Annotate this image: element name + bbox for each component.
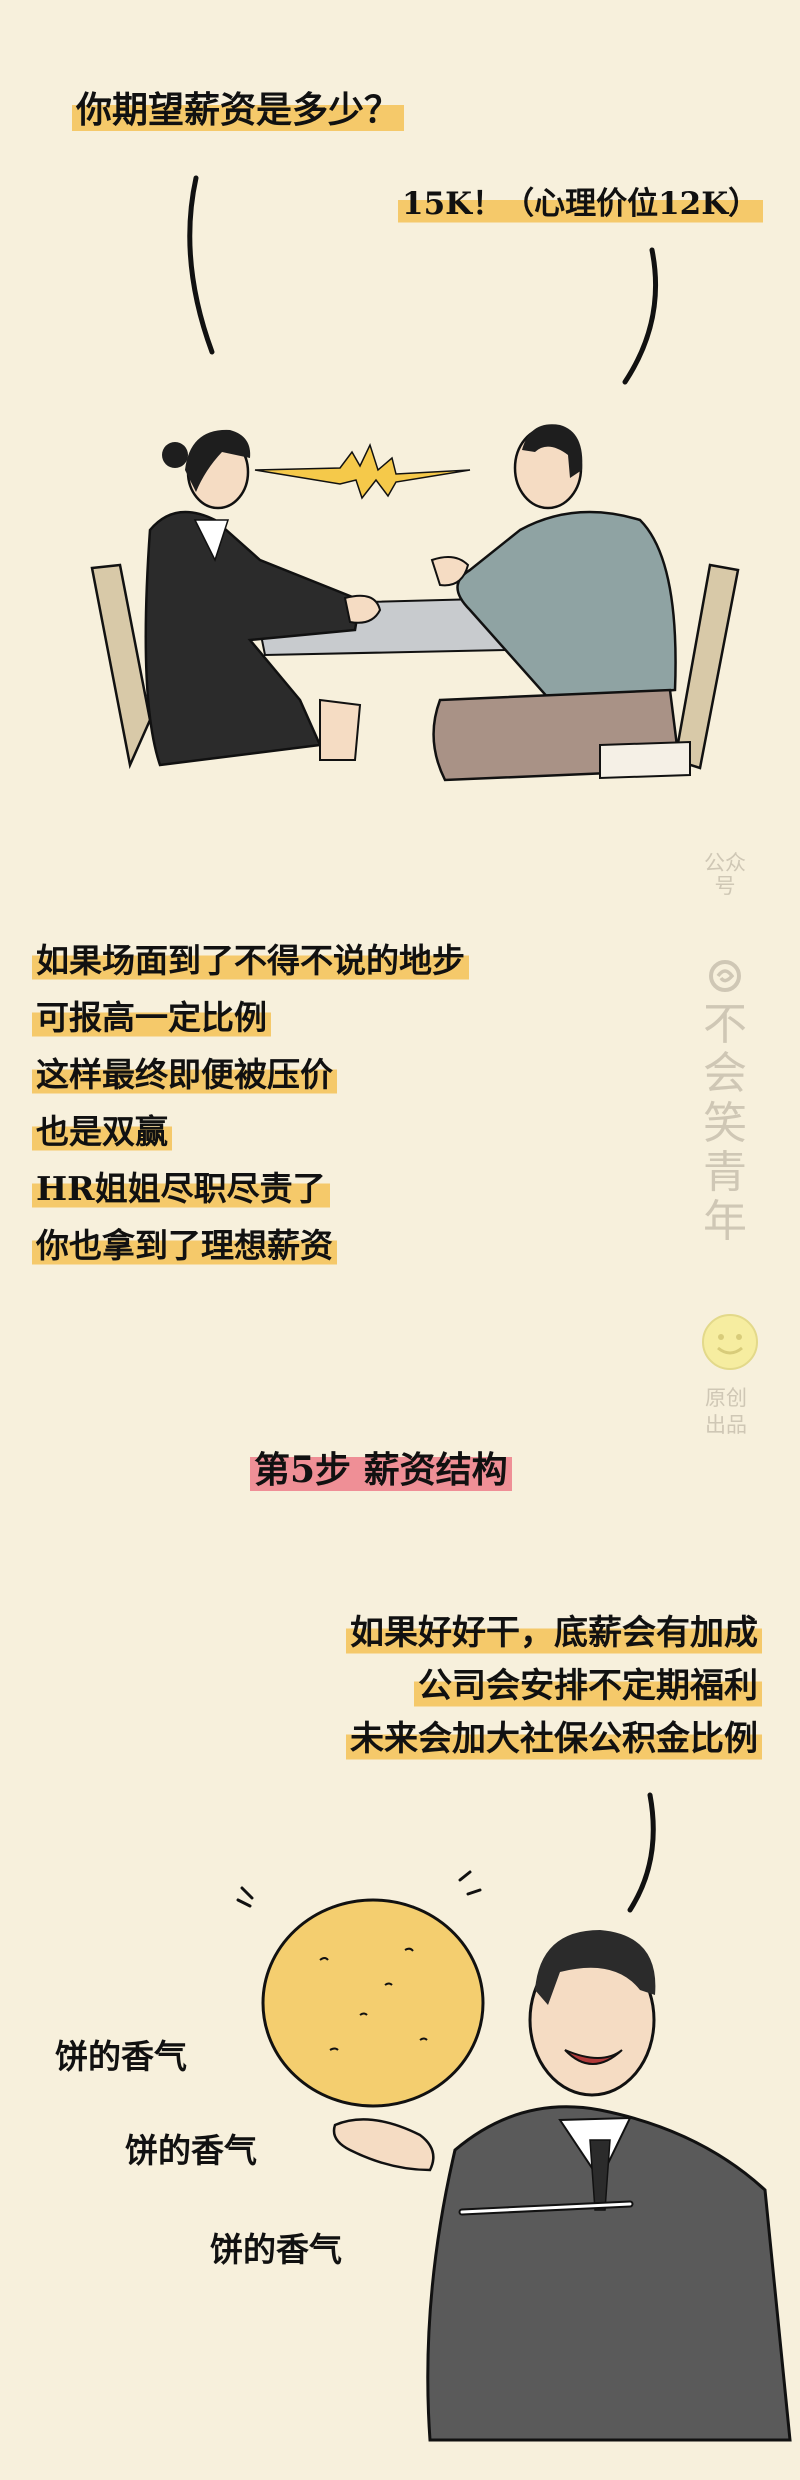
watermark-name: 不会笑青年 (703, 999, 747, 1248)
boss-tie (589, 2139, 611, 2211)
woman-hair-bun (162, 442, 188, 468)
watermark-bottom-text: 原创出品 (705, 1386, 747, 1438)
aroma-label: 饼的香气 (210, 2230, 342, 2269)
aroma-label: 饼的香气 (125, 2131, 257, 2170)
advice-line: 可报高一定比例 (32, 997, 271, 1039)
promise-line: 如果好好干，底薪会有加成 (346, 1612, 762, 1655)
pen-icon (458, 2200, 634, 2216)
negotiation-illustration (90, 175, 740, 782)
advice-line: 也是双赢 (32, 1111, 172, 1153)
speech-tail-right (622, 247, 659, 385)
watermark-top-text: 公众号 (704, 851, 746, 899)
boss-hair (535, 1930, 656, 2005)
boss-face (528, 1943, 656, 2097)
aroma-label: 饼的香气 (55, 2037, 187, 2076)
promise-line: 公司会安排不定期福利 (414, 1665, 762, 1708)
advice-line: 你也拿到了理想薪资 (32, 1225, 337, 1267)
speech-tail-boss (627, 1792, 656, 1913)
spiral-logo-icon (709, 960, 741, 992)
smiley-icon (702, 1314, 758, 1370)
boss-figure (332, 1930, 792, 2442)
boss-smile (564, 2049, 623, 2065)
advice-line: HR姐姐尽职尽责了 (32, 1168, 330, 1210)
tension-spark-icon (254, 442, 471, 500)
candidate-man-figure (430, 424, 691, 782)
boss-open-hand (332, 2118, 435, 2172)
promise-line: 未来会加大社保公积金比例 (346, 1718, 762, 1761)
left-chair (90, 563, 152, 770)
pie-cake-icon (261, 1898, 485, 2108)
right-chair (673, 563, 740, 770)
advice-line: 如果场面到了不得不说的地步 (32, 940, 469, 982)
section-title: 第5步 薪资结构 (250, 1448, 512, 1493)
advice-line: 这样最终即便被压价 (32, 1054, 337, 1096)
speech-tail-left (187, 175, 215, 355)
